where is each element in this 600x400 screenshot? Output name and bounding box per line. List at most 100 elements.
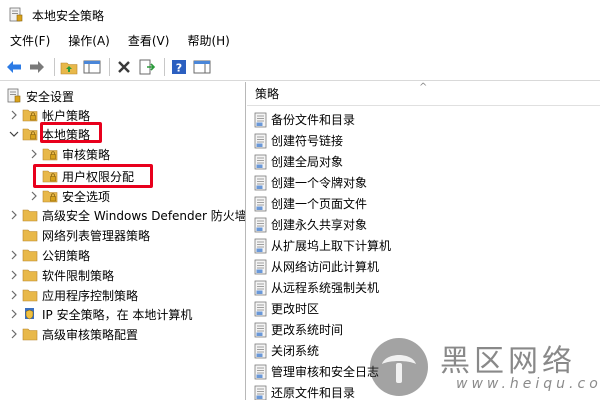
column-header-policy[interactable]: 策略 ^	[247, 82, 600, 106]
folder-icon	[22, 326, 38, 342]
help-button[interactable]: ?	[169, 57, 189, 77]
tree-item-app-control[interactable]: 应用程序控制策略	[8, 285, 138, 305]
tree-item-label: 帐户策略	[42, 108, 91, 123]
toolbar-separator	[54, 57, 55, 76]
tree-item-audit-policy[interactable]: 审核策略	[28, 144, 110, 164]
forward-button[interactable]	[27, 57, 47, 77]
list-item-label: 从网络访问此计算机	[271, 260, 380, 274]
list-item-label: 更改时区	[271, 302, 320, 316]
list-item[interactable]: 创建永久共享对象	[253, 214, 367, 235]
policy-doc-icon	[253, 112, 269, 128]
folder-icon	[22, 207, 38, 223]
tree-item-security-options[interactable]: 安全选项	[28, 186, 110, 206]
back-button[interactable]	[4, 57, 24, 77]
security-policy-app-icon	[9, 7, 23, 22]
show-hide-tree-button[interactable]	[82, 57, 102, 77]
list-item-label: 创建一个页面文件	[271, 197, 368, 211]
list-item-label: 还原文件和目录	[271, 386, 356, 400]
list-item[interactable]: 更改系统时间	[253, 319, 343, 340]
menu-view[interactable]: 查看(V)	[122, 30, 176, 52]
menu-bar: 文件(F) 操作(A) 查看(V) 帮助(H)	[0, 30, 600, 52]
tree-item-software-restriction[interactable]: 软件限制策略	[8, 265, 114, 285]
folder-lock-icon	[42, 146, 58, 162]
chevron-right-icon[interactable]	[8, 209, 20, 221]
folder-lock-icon	[42, 188, 58, 204]
tree-item-label: 应用程序控制策略	[42, 288, 139, 303]
policy-doc-icon	[253, 322, 269, 338]
chevron-right-icon[interactable]	[8, 249, 20, 261]
up-folder-button[interactable]	[59, 57, 79, 77]
toolbar-separator	[164, 57, 165, 76]
list-item[interactable]: 管理审核和安全日志	[253, 361, 379, 382]
svg-text:?: ?	[176, 61, 182, 74]
highlight-box-local-policies	[40, 122, 102, 143]
folder-lock-icon	[22, 126, 38, 142]
delete-x-icon	[118, 60, 130, 73]
folder-icon	[22, 247, 38, 263]
list-item[interactable]: 创建一个页面文件	[253, 193, 367, 214]
tree-item-label: 审核策略	[62, 147, 111, 162]
list-item-label: 更改系统时间	[271, 323, 344, 337]
list-item[interactable]: 更改时区	[253, 298, 319, 319]
policy-doc-icon	[253, 280, 269, 296]
policy-list: 策略 ^ 备份文件和目录 创建符号链接 创建全局对象 创建一个令牌对象 创建一个…	[247, 82, 600, 400]
list-item[interactable]: 从远程系统强制关机	[253, 277, 379, 298]
tree-item-public-key-policies[interactable]: 公钥策略	[8, 245, 90, 265]
chevron-right-icon[interactable]	[8, 289, 20, 301]
sort-caret-icon: ^	[419, 82, 428, 93]
window-title: 本地安全策略	[32, 8, 105, 23]
tree-item-advanced-audit[interactable]: 高级审核策略配置	[8, 324, 138, 344]
chevron-right-icon[interactable]	[28, 190, 40, 202]
menu-help[interactable]: 帮助(H)	[181, 30, 235, 52]
tree-item-label: IP 安全策略，在 本地计算机	[42, 307, 193, 322]
list-item-label: 备份文件和目录	[271, 113, 356, 127]
title-bar: 本地安全策略	[0, 0, 600, 30]
menu-action[interactable]: 操作(A)	[62, 30, 116, 52]
policy-doc-icon	[253, 196, 269, 212]
action-pane-icon	[193, 60, 211, 73]
list-item[interactable]: 从扩展坞上取下计算机	[253, 235, 391, 256]
security-settings-icon	[7, 88, 21, 103]
highlight-box-user-rights	[33, 164, 153, 188]
console-tree: 安全设置 帐户策略 本地策略 审核策略 用户权限分配 安全选项 高级安全 Win…	[0, 82, 246, 400]
list-item[interactable]: 创建符号链接	[253, 130, 343, 151]
chevron-right-icon[interactable]	[8, 109, 20, 121]
column-header-label: 策略	[255, 87, 280, 101]
export-list-button[interactable]	[137, 57, 157, 77]
delete-button[interactable]	[114, 57, 134, 77]
tree-item-ip-security[interactable]: IP 安全策略，在 本地计算机	[8, 304, 192, 324]
chevron-down-icon[interactable]	[8, 128, 20, 140]
policy-doc-icon	[253, 385, 269, 400]
policy-doc-icon	[253, 217, 269, 233]
list-item[interactable]: 备份文件和目录	[253, 109, 355, 130]
list-item[interactable]: 从网络访问此计算机	[253, 256, 379, 277]
tree-item-label: 网络列表管理器策略	[42, 228, 151, 243]
folder-icon	[22, 267, 38, 283]
back-arrow-icon	[7, 60, 21, 73]
chevron-right-icon[interactable]	[8, 328, 20, 340]
menu-file[interactable]: 文件(F)	[4, 30, 56, 52]
policy-doc-icon	[253, 343, 269, 359]
tree-item-label: 高级安全 Windows Defender 防火墙	[42, 208, 246, 223]
tree-root-label: 安全设置	[26, 89, 75, 104]
list-item-label: 从扩展坞上取下计算机	[271, 239, 392, 253]
toolbar: ?	[0, 53, 600, 81]
policy-doc-icon	[253, 154, 269, 170]
tree-root-security-settings[interactable]: 安全设置	[6, 86, 74, 106]
chevron-right-icon[interactable]	[8, 308, 20, 320]
chevron-right-icon[interactable]	[28, 148, 40, 160]
show-hide-action-pane-button[interactable]	[192, 57, 212, 77]
chevron-right-icon[interactable]	[8, 269, 20, 281]
list-item[interactable]: 关闭系统	[253, 340, 319, 361]
tree-item-label: 安全选项	[62, 189, 111, 204]
export-list-icon	[139, 59, 156, 74]
toolbar-separator	[109, 57, 110, 76]
list-item[interactable]: 创建一个令牌对象	[253, 172, 367, 193]
list-item[interactable]: 还原文件和目录	[253, 382, 355, 400]
tree-item-label: 高级审核策略配置	[42, 327, 139, 342]
tree-item-defender-firewall[interactable]: 高级安全 Windows Defender 防火墙	[8, 205, 246, 225]
policy-doc-icon	[253, 133, 269, 149]
tree-item-network-list-manager[interactable]: 网络列表管理器策略	[22, 225, 150, 245]
list-item[interactable]: 创建全局对象	[253, 151, 343, 172]
help-question-icon: ?	[172, 59, 186, 74]
